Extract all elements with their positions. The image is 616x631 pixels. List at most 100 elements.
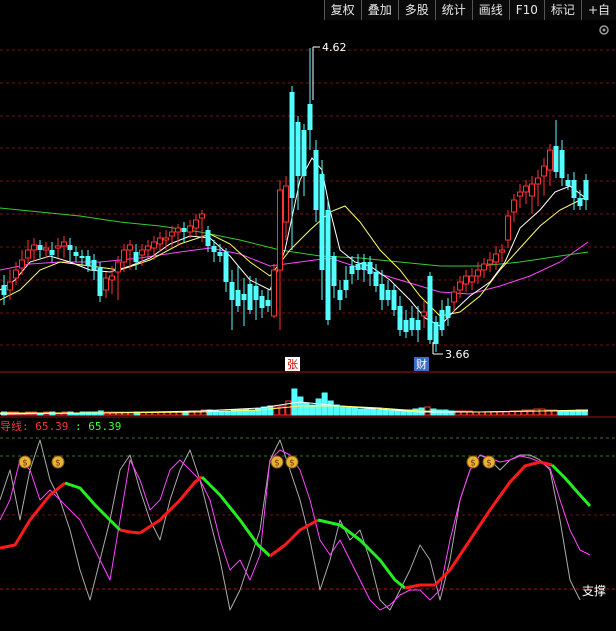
candle — [391, 284, 397, 316]
candle-body — [235, 290, 241, 306]
candle — [31, 238, 37, 262]
candle — [511, 194, 517, 222]
settings-gear-icon[interactable] — [599, 25, 609, 35]
candle-body — [259, 296, 265, 308]
indicator-red-segment — [404, 583, 435, 590]
candle — [325, 200, 331, 325]
candle-body — [133, 252, 139, 262]
candle-body — [43, 247, 49, 251]
candle-body — [403, 320, 409, 332]
candle — [97, 262, 103, 302]
candle-body — [427, 276, 433, 340]
candle-body — [511, 199, 517, 213]
candle-body — [445, 306, 451, 318]
candle — [133, 244, 139, 270]
money-bag-symbol: $ — [486, 459, 492, 469]
candle — [115, 256, 121, 300]
candle-body — [1, 285, 7, 295]
candle — [481, 258, 487, 278]
candle-body — [337, 290, 343, 300]
candle-body — [265, 300, 271, 306]
volume-bar — [315, 398, 322, 416]
candle-body — [151, 241, 157, 249]
indicator-green-segment — [550, 463, 592, 508]
candle — [523, 180, 529, 204]
candle — [445, 298, 451, 326]
candle-body — [37, 245, 43, 250]
candle-body — [241, 294, 247, 300]
candle-body — [229, 282, 235, 300]
money-bag-icon: $ — [482, 455, 496, 469]
candle — [169, 226, 175, 248]
candle-body — [355, 264, 361, 270]
candle — [547, 144, 553, 186]
candle-body — [295, 122, 301, 176]
volume-bar — [491, 411, 498, 416]
candle-body — [421, 311, 427, 317]
candle-body — [79, 256, 85, 258]
candle-body — [331, 256, 337, 286]
candle — [91, 254, 97, 280]
candle-body — [307, 104, 313, 130]
zhang-badge[interactable]: 张 — [285, 357, 300, 371]
candle — [259, 290, 265, 318]
candle — [403, 310, 409, 338]
candle-body — [163, 237, 169, 241]
candle — [229, 270, 235, 330]
candle-body — [19, 259, 25, 269]
candle — [319, 160, 325, 300]
candle-body — [115, 261, 121, 273]
candle — [397, 296, 403, 336]
candle-body — [457, 281, 463, 291]
money-bag-icons: $ $ $ $ $ $ — [18, 455, 496, 469]
candle-body — [583, 180, 589, 200]
candle-body — [247, 284, 253, 310]
cai-badge[interactable]: 财 — [414, 357, 429, 371]
candle-body — [325, 210, 331, 320]
candle-body — [541, 165, 547, 177]
candle-body — [487, 259, 493, 265]
candle-body — [493, 253, 499, 263]
candle — [433, 316, 439, 352]
candle-body — [343, 280, 349, 290]
volume-bar — [357, 408, 364, 416]
candle-body — [31, 244, 37, 251]
svg-text:张: 张 — [287, 358, 298, 371]
volume-bar — [261, 406, 268, 416]
candle — [457, 276, 463, 298]
candle-body — [253, 286, 259, 300]
candle-body — [91, 260, 97, 270]
indicator-title: 导线: 65.39 : 65.39 — [0, 419, 121, 433]
candle — [505, 210, 511, 248]
volume-bar — [563, 410, 570, 416]
candle-body — [181, 228, 187, 232]
candle-body — [367, 262, 373, 274]
candle — [583, 174, 589, 210]
candle-body — [553, 146, 559, 172]
candle — [13, 262, 19, 285]
candle — [67, 238, 73, 262]
candle-body — [475, 269, 481, 277]
candle — [265, 290, 271, 312]
money-bag-icon: $ — [51, 455, 65, 469]
volume-bar — [291, 388, 298, 416]
candle-body — [385, 290, 391, 300]
indicator-red-segment — [139, 475, 203, 535]
candle-body — [145, 245, 151, 251]
volume-bar — [497, 411, 504, 416]
price-grid — [0, 49, 616, 346]
kline-chart[interactable]: 4.62 3.66 张 财 导线: 65.39 : 65.39 $ $ $ $ $ $ 支… — [0, 0, 616, 631]
candle-body — [481, 263, 487, 271]
high-price-label: 4.62 — [322, 41, 347, 54]
candle-body — [571, 180, 577, 198]
candle-body — [415, 320, 421, 330]
candle — [235, 266, 241, 312]
candle-body — [523, 185, 529, 193]
candlesticks — [1, 48, 589, 352]
candle — [157, 232, 163, 252]
candle-body — [301, 130, 307, 176]
candle-body — [169, 231, 175, 237]
candle-body — [559, 150, 565, 178]
indicator-red-segment — [433, 460, 553, 587]
volume-bar — [303, 402, 310, 416]
